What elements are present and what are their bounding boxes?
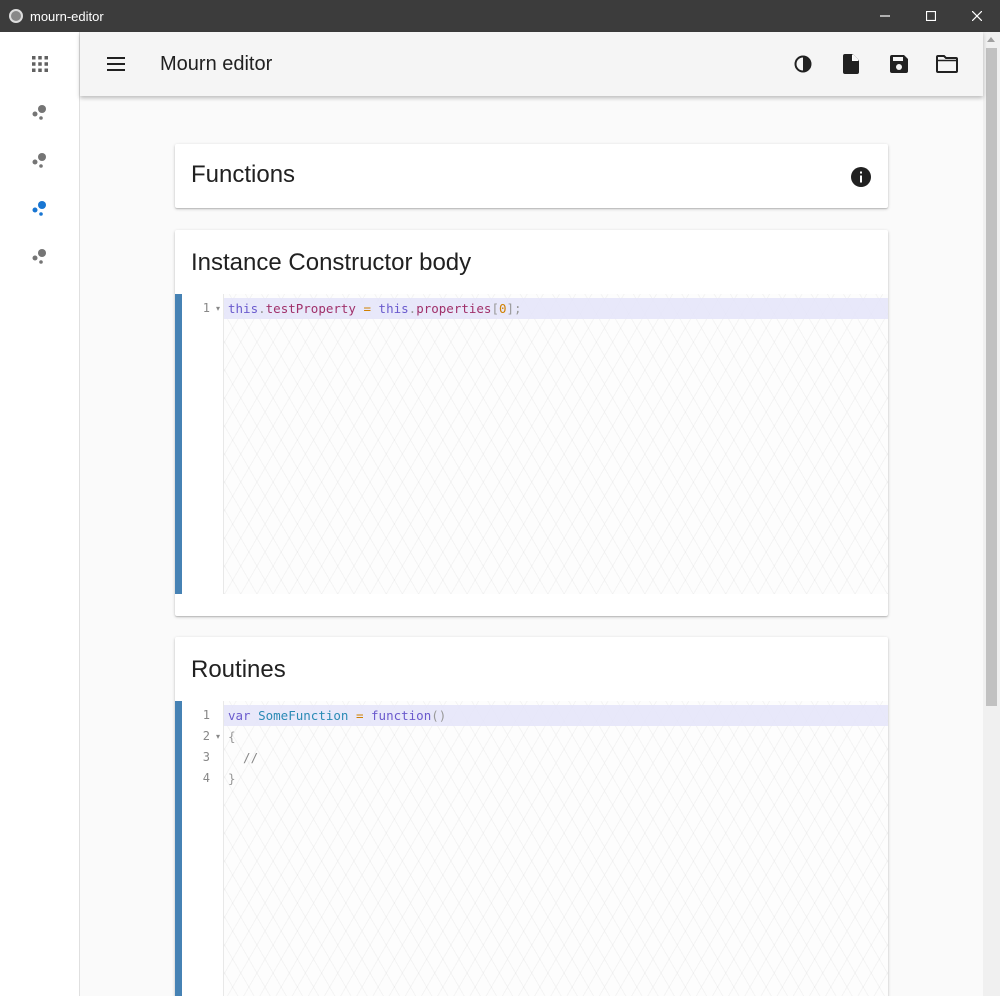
code-line[interactable]: {: [224, 726, 888, 747]
code-line-text: var SomeFunction = function(): [228, 705, 446, 726]
constructor-card: Instance Constructor body this.testPrope…: [175, 230, 888, 616]
hamburger-menu-icon: [107, 57, 125, 71]
window-titlebar: mourn-editor: [0, 0, 1000, 32]
info-icon[interactable]: [850, 166, 872, 188]
code-token: ;: [514, 301, 522, 316]
code-token: }: [228, 771, 236, 786]
bubbles-icon: [32, 105, 46, 120]
code-token: SomeFunction: [258, 708, 349, 723]
code-token: var: [228, 708, 251, 723]
toggle-theme-button[interactable]: [779, 40, 827, 88]
open-folder-button[interactable]: [923, 40, 971, 88]
rail-item-3-active[interactable]: [28, 196, 52, 220]
code-line-text: this.testProperty = this.properties[0];: [228, 298, 522, 319]
constructor-code-editor[interactable]: this.testProperty = this.properties[0]; …: [175, 294, 888, 594]
window-controls: [862, 0, 1000, 32]
scroll-up-arrow-icon[interactable]: [987, 37, 995, 42]
code-token: [: [491, 301, 499, 316]
code-token: this: [378, 301, 409, 316]
code-token: this: [228, 301, 259, 316]
minimize-icon: [880, 15, 890, 17]
code-token: =: [363, 301, 372, 316]
code-token: .: [258, 301, 266, 316]
new-file-icon: [843, 54, 859, 74]
code-line-text: }: [228, 768, 236, 789]
code-token: {: [228, 729, 236, 744]
constructor-title: Instance Constructor body: [191, 249, 472, 276]
code-line[interactable]: var SomeFunction = function(): [224, 705, 888, 726]
rail-item-1[interactable]: [28, 100, 52, 124]
functions-title: Functions: [191, 161, 296, 188]
code-token: //: [228, 750, 259, 765]
bubbles-icon: [32, 153, 46, 168]
rail-item-apps[interactable]: [28, 52, 52, 76]
routines-title: Routines: [191, 656, 286, 683]
close-icon: [972, 11, 982, 21]
scrollbar-thumb[interactable]: [986, 48, 997, 706]
new-file-button[interactable]: [827, 40, 875, 88]
minimize-button[interactable]: [862, 0, 908, 32]
code-line[interactable]: }: [224, 768, 888, 789]
maximize-button[interactable]: [908, 0, 954, 32]
functions-card: Functions: [175, 144, 888, 208]
page-title: Mourn editor: [160, 52, 273, 75]
code-token: 0: [498, 301, 507, 316]
editor-gutter: [182, 294, 224, 594]
maximize-icon: [926, 11, 936, 21]
save-button[interactable]: [875, 40, 923, 88]
routines-card: Routines var SomeFunction = function() { …: [175, 637, 888, 996]
code-token: testProperty: [265, 301, 356, 316]
code-token: properties: [416, 301, 492, 316]
editor-accent-bar: [175, 294, 182, 594]
code-line-text: {: [228, 726, 236, 747]
code-line[interactable]: this.testProperty = this.properties[0];: [224, 298, 888, 319]
routines-code-editor[interactable]: var SomeFunction = function(){ //} 1 2 ▾ 3 4: [175, 701, 888, 996]
line-number: 4: [202, 771, 210, 785]
contrast-icon: [794, 55, 812, 73]
code-token: function: [371, 708, 432, 723]
code-token: ]: [506, 301, 515, 316]
editor-accent-bar: [175, 701, 182, 996]
line-number: 3: [202, 750, 210, 764]
toolbar-actions: [779, 40, 971, 88]
line-number: 1: [202, 708, 210, 722]
rail-item-2[interactable]: [28, 148, 52, 172]
app-icon: [9, 9, 23, 23]
save-icon: [890, 55, 908, 73]
code-token: (): [431, 708, 447, 723]
window-title: mourn-editor: [30, 8, 104, 24]
rail-item-4[interactable]: [28, 244, 52, 268]
close-button[interactable]: [954, 0, 1000, 32]
app-toolbar: Mourn editor: [80, 32, 983, 96]
open-folder-icon: [936, 55, 958, 73]
editor-code-area[interactable]: this.testProperty = this.properties[0];: [224, 294, 888, 594]
fold-toggle-icon[interactable]: ▾: [216, 298, 220, 319]
editor-code-area[interactable]: var SomeFunction = function() { //}: [224, 701, 888, 996]
code-line-text: //: [228, 747, 258, 768]
apps-grid-icon: [32, 56, 48, 72]
fold-toggle-icon[interactable]: ▾: [216, 726, 220, 747]
bubbles-icon: [32, 249, 46, 264]
bubbles-icon: [32, 201, 46, 216]
main-content: Functions Instance Constructor body this…: [80, 96, 983, 996]
code-line[interactable]: //: [224, 747, 888, 768]
nav-rail: [0, 32, 80, 996]
menu-button[interactable]: [104, 52, 128, 76]
